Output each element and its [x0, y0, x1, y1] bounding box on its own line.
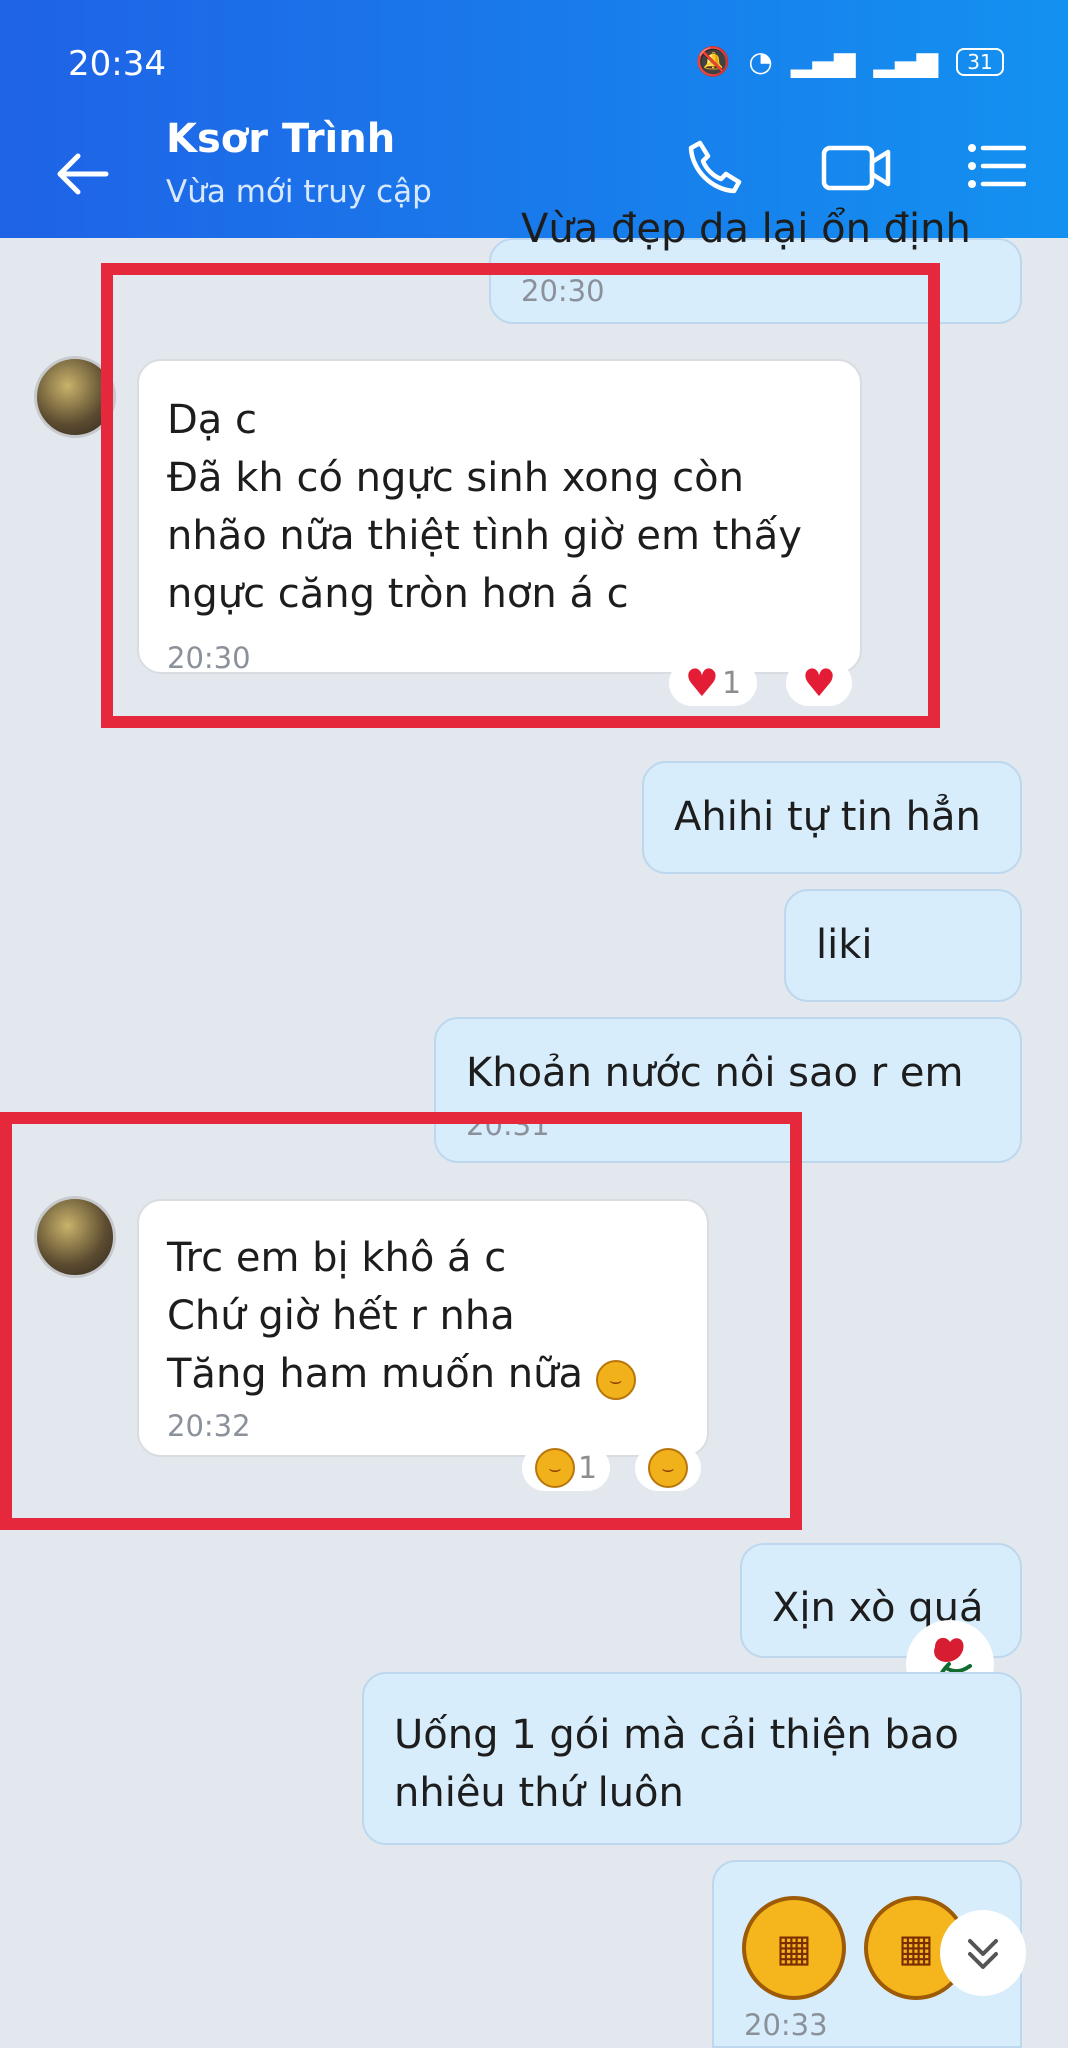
message-text: Khoản nước nôi sao r em	[466, 1050, 964, 1096]
message-bubble-sent[interactable]: liki	[784, 889, 1022, 1002]
message-line: ngực căng tròn hơn á c	[167, 571, 629, 617]
laughing-emoji-icon: ⌣	[534, 1448, 575, 1488]
signal-icon: ▂▄▆	[790, 45, 856, 78]
add-reaction-button[interactable]: ♥	[786, 660, 852, 706]
back-arrow-icon[interactable]	[54, 150, 110, 198]
message-bubble-received[interactable]: Dạ c Đã kh có ngực sinh xong còn nhão nữ…	[137, 359, 862, 675]
contact-status: Vừa mới truy cập	[166, 174, 432, 210]
message-line: nhiêu thứ luôn	[394, 1770, 684, 1816]
message-line: nhão nữa thiệt tình giờ em thấy	[167, 513, 802, 559]
message-time: 20:31	[466, 1108, 550, 1142]
wifi-icon: ◔	[748, 45, 773, 78]
reaction-count-text: 1	[721, 665, 742, 701]
status-bar: 20:34 🔕 ◔ ▂▄▆ ▂▄▆ 31	[0, 0, 1068, 96]
laughing-emoji-icon: ⌣	[648, 1448, 688, 1488]
message-line: Dạ c	[167, 397, 258, 443]
status-icons: 🔕 ◔ ▂▄▆ ▂▄▆ 31	[695, 48, 1004, 76]
message-text: liki	[816, 922, 873, 968]
message-time: 20:30	[521, 274, 605, 308]
contact-avatar[interactable]	[34, 1196, 116, 1278]
laughing-emoji-icon: ⌣	[595, 1360, 636, 1400]
message-time: 20:33	[744, 2008, 828, 2042]
video-camera-icon[interactable]	[820, 140, 892, 196]
chevron-down-icon	[968, 1939, 998, 1969]
message-bubble-sent[interactable]: Uống 1 gói mà cải thiện bao nhiêu thứ lu…	[362, 1672, 1022, 1845]
phone-icon[interactable]	[686, 138, 744, 196]
message-line: Đã kh có ngực sinh xong còn	[167, 455, 744, 501]
message-bubble-received[interactable]: Trc em bị khô á c Chứ giờ hết r nha Tăng…	[137, 1199, 709, 1457]
contact-avatar[interactable]	[34, 356, 116, 438]
menu-icon[interactable]	[966, 136, 1026, 196]
message-line: Tăng ham muốn nữa ⌣	[167, 1345, 679, 1403]
message-line: Trc em bị khô á c	[167, 1235, 507, 1281]
message-bubble-sent[interactable]: Ahihi tự tin hẳn	[642, 761, 1022, 874]
message-text: Vừa đẹp da lại ổn định	[521, 206, 971, 252]
heart-icon: ♥	[684, 661, 719, 705]
grinning-face-icon: ▦	[742, 1896, 846, 2000]
reaction-count[interactable]: ♥ 1	[669, 660, 757, 706]
status-time: 20:34	[68, 44, 166, 84]
message-bubble-sent[interactable]: Vừa đẹp da lại ổn định 20:30	[489, 206, 1022, 324]
message-line: Chứ giờ hết r nha	[167, 1293, 515, 1339]
contact-name[interactable]: Ksơr Trình	[166, 116, 395, 162]
message-bubble-sent[interactable]: Khoản nước nôi sao r em 20:31	[434, 1017, 1022, 1163]
add-reaction-button[interactable]: ⌣	[635, 1445, 701, 1491]
battery-icon: 31	[956, 48, 1004, 76]
reaction-count[interactable]: ⌣ 1	[522, 1445, 610, 1491]
heart-icon: ♥	[801, 661, 837, 705]
message-line: Uống 1 gói mà cải thiện bao	[394, 1712, 959, 1758]
scroll-down-button[interactable]	[940, 1910, 1026, 1996]
reaction-count-text: 1	[577, 1450, 598, 1486]
message-text: Ahihi tự tin hẳn	[674, 794, 981, 840]
mute-icon: 🔕	[695, 45, 731, 78]
message-time: 20:32	[167, 1409, 251, 1443]
signal-icon: ▂▄▆	[873, 45, 938, 78]
